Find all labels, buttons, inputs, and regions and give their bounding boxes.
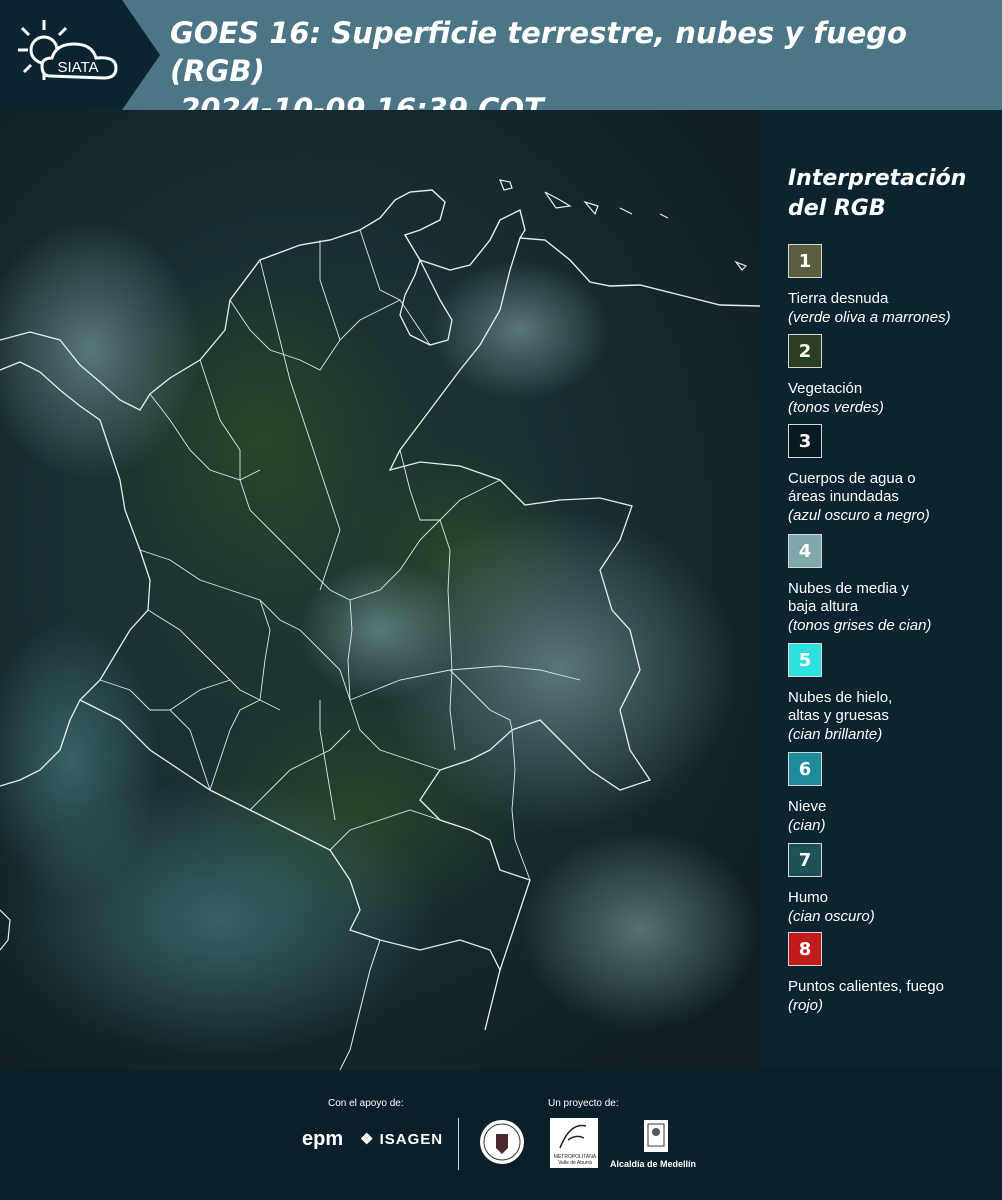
legend-item: 5 Nubes de hielo, altas y gruesas (cian … xyxy=(788,643,998,744)
legend-swatch: 3 xyxy=(788,424,822,458)
cloud-area xyxy=(520,830,760,1030)
legend-label: Nubes de hielo, altas y gruesas xyxy=(788,689,893,724)
area-metropolitana-label: METROPOLITANA Valle de Aburrá xyxy=(553,1154,597,1166)
legend-item: 1 Tierra desnuda (verde oliva a marrones… xyxy=(788,244,998,327)
legend-label: Cuerpos de agua o áreas inundadas xyxy=(788,470,916,505)
legend-label: Humo xyxy=(788,889,829,906)
project-label: Un proyecto de: xyxy=(548,1098,619,1109)
islands xyxy=(499,179,748,271)
support-label: Con el apoyo de: xyxy=(328,1098,404,1109)
legend-note: (verde oliva a marrones) xyxy=(788,309,951,326)
legend-label: Tierra desnuda xyxy=(788,290,889,307)
medellin-shield-icon xyxy=(644,1120,668,1152)
cloud-area xyxy=(430,260,610,400)
legend-label: Nieve xyxy=(788,798,827,815)
legend-swatch: 1 xyxy=(788,244,822,278)
logo-text: SIATA xyxy=(57,59,98,76)
cloud-area xyxy=(300,560,460,700)
legend-note: (tonos grises de cian) xyxy=(788,617,932,634)
area-logo-icon xyxy=(559,1124,587,1149)
siata-logo-icon: SIATA xyxy=(18,20,118,80)
legend-label: Nubes de media y baja altura xyxy=(788,580,909,615)
satellite-map xyxy=(0,110,760,1070)
legend-note: (cian) xyxy=(788,817,826,834)
legend-swatch: 7 xyxy=(788,843,822,877)
map-svg xyxy=(0,179,760,1070)
legend-item: 2 Vegetación (tonos verdes) xyxy=(788,334,998,417)
legend-panel: Interpretación del RGB 1 Tierra desnuda … xyxy=(760,110,1002,1070)
alcaldia-label: Alcaldía de Medellín xyxy=(610,1159,697,1169)
legend-note: (rojo) xyxy=(788,997,824,1014)
title-line-1: GOES 16: Superficie terrestre, nubes y f… xyxy=(170,16,907,88)
legend-swatch: 2 xyxy=(788,334,822,368)
legend-note: (azul oscuro a negro) xyxy=(788,507,930,524)
isagen-mark-icon: ❖ xyxy=(360,1131,375,1148)
legend-swatch: 8 xyxy=(788,932,822,966)
legend-note: (cian brillante) xyxy=(788,726,883,743)
legend-label: Puntos calientes, fuego xyxy=(788,978,944,995)
legend-swatch: 6 xyxy=(788,752,822,786)
university-seal-icon xyxy=(480,1120,524,1164)
legend-title: Interpretación del RGB xyxy=(788,166,967,221)
legend-note: (tonos verdes) xyxy=(788,399,884,416)
isagen-label: ISAGEN xyxy=(379,1131,444,1148)
legend-item: 6 Nieve (cian) xyxy=(788,752,998,835)
legend-swatch: 4 xyxy=(788,534,822,568)
legend-note: (cian oscuro) xyxy=(788,908,875,925)
legend-item: 7 Humo (cian oscuro) xyxy=(788,843,998,926)
isagen-logo: ❖ ISAGEN xyxy=(360,1130,443,1148)
legend-item: 4 Nubes de media y baja altura (tonos gr… xyxy=(788,534,998,635)
legend-item: 8 Puntos calientes, fuego (rojo) xyxy=(788,932,998,1015)
footer-divider xyxy=(458,1118,459,1170)
header-bar: SIATA GOES 16: Superficie terrestre, nub… xyxy=(0,0,1002,126)
footer: Con el apoyo de: Un proyecto de: epm ❖ I… xyxy=(0,1070,1002,1200)
legend-item: 3 Cuerpos de agua o áreas inundadas (azu… xyxy=(788,424,998,525)
epm-logo: epm xyxy=(302,1128,344,1150)
legend-label: Vegetación xyxy=(788,380,863,397)
legend-swatch: 5 xyxy=(788,643,822,677)
